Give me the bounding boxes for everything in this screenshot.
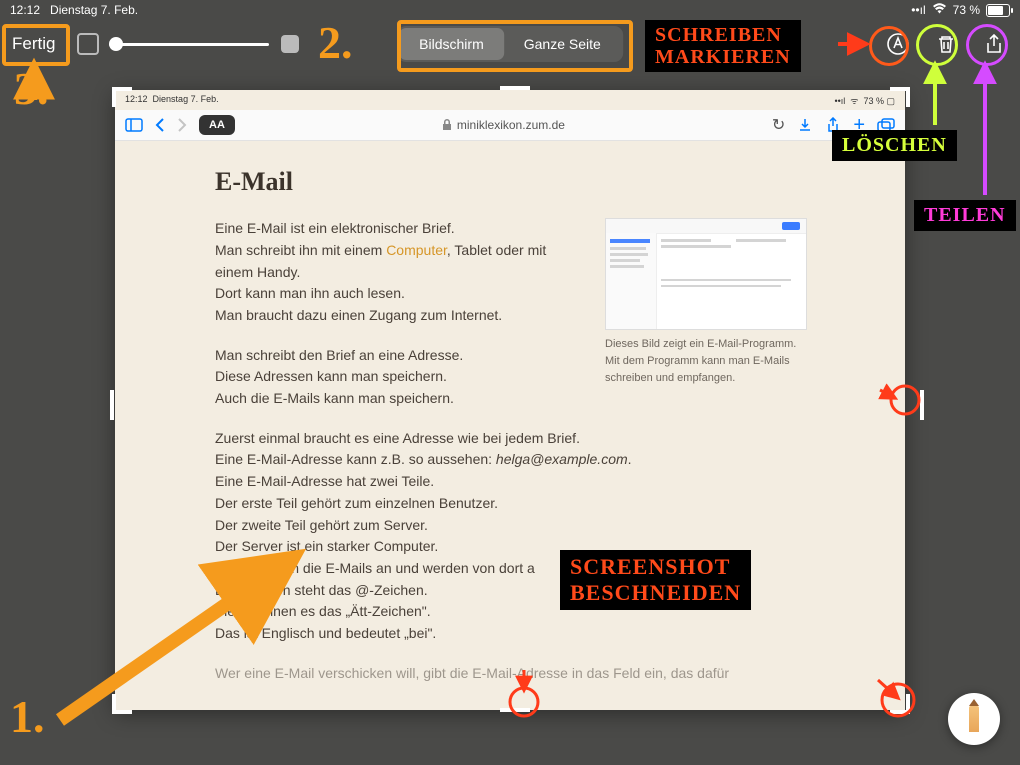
status-date: Dienstag 7. Feb. (50, 3, 138, 17)
image-caption: Dieses Bild zeigt ein E-Mail-Programm. M… (605, 336, 805, 387)
crop-handle-top-left[interactable] (112, 87, 132, 107)
annotation-box-done (2, 24, 70, 66)
annotation-number-2: 2. (318, 16, 353, 69)
annotation-circle-trash (916, 24, 958, 66)
forward-icon (177, 118, 187, 132)
sidebar-icon[interactable] (125, 118, 143, 132)
wifi-icon (932, 3, 947, 17)
system-status-bar: 12:12 Dienstag 7. Feb. ••ıl 73 % (0, 0, 1020, 20)
annotation-label-delete: LÖSCHEN (832, 130, 957, 161)
reload-icon[interactable]: ↻ (772, 115, 785, 135)
crop-handle-top-right[interactable] (890, 87, 910, 107)
pencil-button[interactable] (948, 693, 1000, 745)
crop-handle-right[interactable] (904, 390, 924, 420)
annotation-label-crop: SCREENSHOTBESCHNEIDEN (560, 550, 751, 610)
annotation-label-share: TEILEN (914, 200, 1016, 231)
link-computer[interactable]: Computer (386, 242, 447, 258)
lock-icon (442, 119, 452, 131)
status-time: 12:12 (10, 3, 40, 17)
aside-box: Dieses Bild zeigt ein E-Mail-Programm. M… (605, 218, 805, 387)
annotation-circle-markup (869, 26, 909, 66)
annotation-box-segmented (397, 20, 633, 72)
article-body: E-Mail Eine E-Mail ist ein elektronische… (115, 142, 905, 710)
crop-handle-bottom[interactable] (500, 708, 530, 728)
opacity-empty-icon (77, 33, 99, 55)
crop-handle-bottom-left[interactable] (112, 694, 132, 714)
battery-icon (986, 4, 1010, 17)
opacity-slider[interactable] (109, 37, 269, 51)
download-icon[interactable] (797, 117, 813, 133)
annotation-circle-share (966, 24, 1008, 66)
url-bar[interactable]: miniklexikon.zum.de (247, 118, 760, 132)
annotation-label-write: SCHREIBENMARKIEREN (645, 20, 801, 72)
paragraph-2: Man schreibt den Brief an eine Adresse. … (215, 345, 577, 410)
paragraph-4-cut: Wer eine E-Mail verschicken will, gibt d… (215, 663, 805, 685)
paragraph-3: Zuerst einmal braucht es eine Adresse wi… (215, 428, 805, 645)
annotation-number-1: 1. (10, 690, 45, 743)
crop-handle-left[interactable] (110, 390, 130, 420)
paragraph-1: Eine E-Mail ist ein elektronischer Brief… (215, 218, 577, 326)
crop-handle-bottom-right[interactable] (890, 694, 910, 714)
opacity-full-icon (281, 35, 299, 53)
back-icon[interactable] (155, 118, 165, 132)
annotation-number-3: 3. (14, 62, 49, 115)
email-client-thumbnail (605, 218, 807, 330)
crop-handle-top[interactable] (500, 86, 530, 106)
safari-toolbar: AA miniklexikon.zum.de ↻ + (115, 110, 905, 141)
screenshot-preview[interactable]: 12:12 Dienstag 7. Feb. ••ıl ᯤ 73 % ▢ AA … (115, 90, 905, 710)
article-title: E-Mail (215, 162, 805, 202)
reader-aa-button[interactable]: AA (199, 115, 235, 135)
signal-icon: ••ıl (911, 3, 925, 17)
battery-percent: 73 % (953, 3, 980, 17)
